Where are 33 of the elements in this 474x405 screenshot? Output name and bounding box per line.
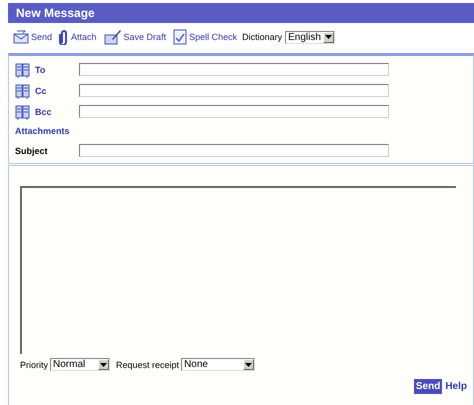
address-book-icon[interactable]	[15, 82, 31, 98]
field-label: Bcc	[35, 106, 52, 116]
envelope-icon	[13, 30, 29, 44]
option-label: Priority	[20, 360, 48, 370]
dropdown[interactable]: None	[181, 358, 256, 371]
option-label: Request receipt	[116, 360, 180, 370]
caret-icon	[243, 359, 254, 370]
toolbar-button[interactable]: Save Draft	[102, 29, 168, 45]
field-label: Cc	[35, 86, 47, 96]
send-button[interactable]: Send	[414, 379, 442, 394]
address-book-icon[interactable]	[15, 104, 31, 120]
input-field[interactable]	[79, 105, 389, 118]
toolbar-button[interactable]: Attach	[57, 29, 99, 45]
address-book-icon[interactable]	[15, 62, 31, 78]
dropdown[interactable]: Normal	[50, 358, 110, 371]
toolbar-button[interactable]: Spell Check	[171, 29, 240, 45]
paperclip-icon	[59, 29, 70, 45]
dictionary-label: Dictionary	[242, 32, 282, 42]
field-label: Subject	[15, 146, 48, 156]
help-link[interactable]: Help	[445, 381, 467, 392]
window-title: New Message	[16, 6, 95, 20]
dropdown[interactable]: English	[285, 30, 336, 44]
document-pencil-icon	[104, 29, 122, 45]
input-field[interactable]	[79, 63, 389, 76]
field-label: To	[35, 64, 46, 74]
input-field[interactable]	[79, 84, 389, 97]
spell-check-icon	[173, 29, 188, 45]
caret-icon	[98, 359, 110, 370]
input-field[interactable]	[79, 144, 389, 157]
toolbar-button[interactable]: Send	[11, 30, 54, 44]
message-field[interactable]	[20, 186, 456, 354]
caret-icon	[323, 32, 334, 42]
section-heading: Attachments	[15, 126, 70, 136]
